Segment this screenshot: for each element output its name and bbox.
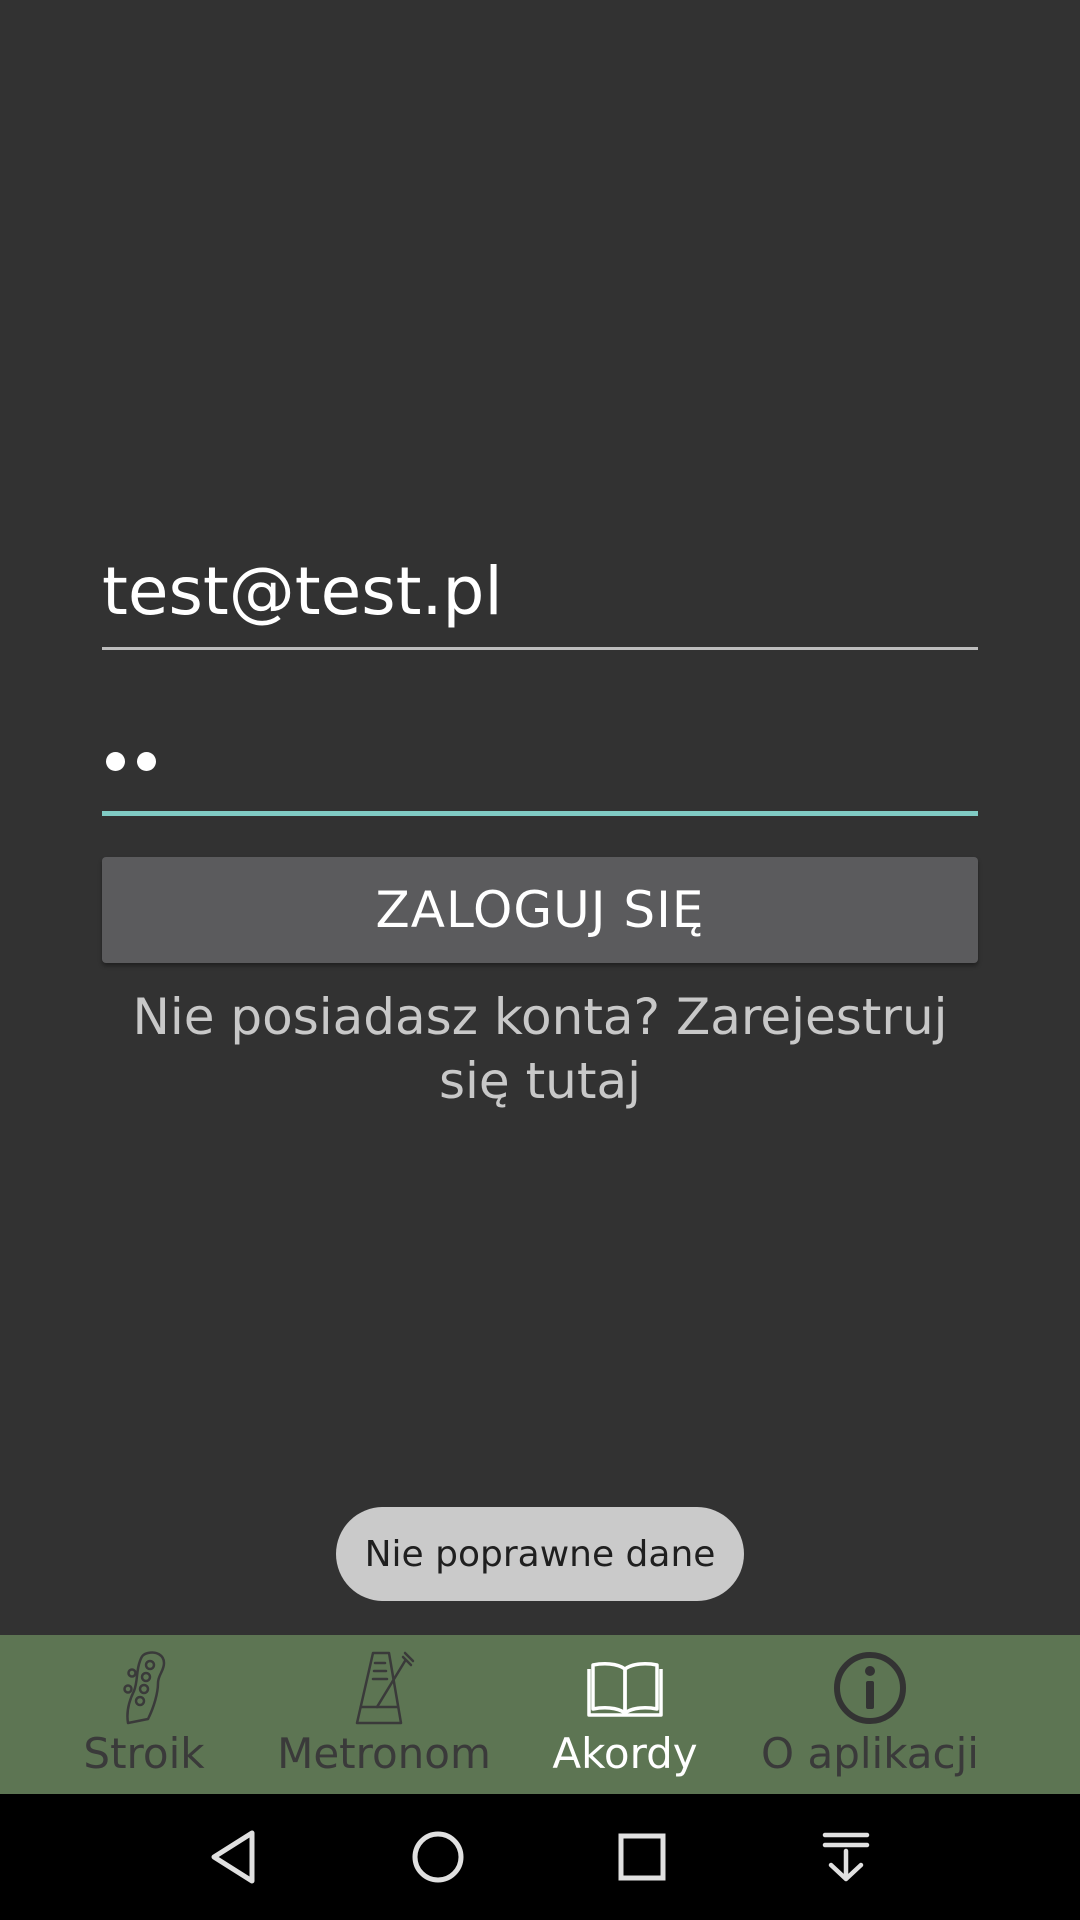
home-icon[interactable] [403,1822,473,1892]
nav-item-metronom[interactable]: Metronom [277,1635,491,1794]
login-button-label: ZALOGUJ SIĘ [375,881,705,939]
nav-item-akordy[interactable]: Akordy [480,1635,770,1794]
nav-label: Stroik [83,1729,205,1778]
password-field[interactable] [102,706,978,816]
nav-label: Akordy [552,1729,698,1778]
email-value: test@test.pl [102,553,503,630]
toast-message: Nie poprawne dane [364,1533,716,1575]
error-toast: Nie poprawne dane [336,1507,744,1601]
nav-item-o-aplikacji[interactable]: O aplikacji [761,1635,979,1794]
email-field[interactable]: test@test.pl [102,540,978,650]
system-navigation-bar [0,1794,1080,1920]
guitar-headstock-icon [114,1649,174,1727]
notification-pulldown-icon[interactable] [811,1822,881,1892]
bottom-navigation: Stroik Metronom Akordy O aplikacji [0,1635,1080,1794]
login-button[interactable]: ZALOGUJ SIĘ [102,857,978,963]
info-icon [833,1649,907,1727]
register-link[interactable]: Nie posiadasz konta? Zarejestruj się tut… [102,985,978,1113]
nav-item-stroik[interactable]: Stroik [0,1635,288,1794]
book-icon [587,1649,663,1727]
recents-icon[interactable] [607,1822,677,1892]
password-mask [106,752,156,771]
password-dot [106,752,125,771]
back-icon[interactable] [199,1822,269,1892]
nav-label: Metronom [277,1729,491,1778]
password-dot [137,752,156,771]
app-screen: test@test.pl ZALOGUJ SIĘ Nie posiadasz k… [0,0,1080,1920]
metronome-icon [351,1649,417,1727]
nav-label: O aplikacji [761,1729,979,1778]
